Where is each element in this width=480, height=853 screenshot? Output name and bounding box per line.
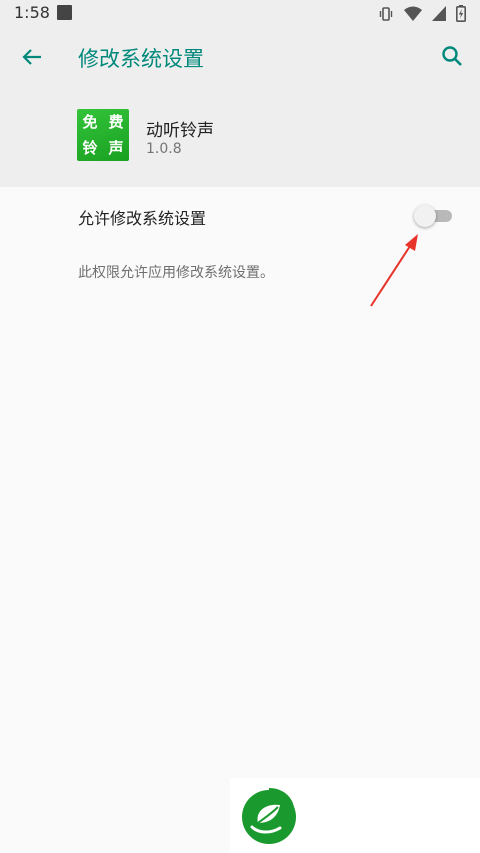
page-title: 修改系统设置 (78, 47, 204, 71)
signal-icon (432, 6, 446, 21)
app-icon-char: 声 (108, 139, 124, 157)
search-button[interactable] (438, 42, 466, 70)
search-icon (442, 46, 462, 66)
status-bar: 1:58 (0, 0, 480, 26)
setting-label: 允许修改系统设置 (78, 209, 207, 228)
allow-modify-settings-toggle[interactable] (414, 204, 454, 228)
back-button[interactable] (18, 43, 46, 71)
app-bar: 修改系统设置 (0, 26, 480, 88)
notification-icon (57, 5, 72, 20)
status-icons (378, 5, 466, 22)
toggle-thumb (414, 205, 436, 227)
vibrate-icon (378, 6, 394, 22)
leaf-logo-icon (242, 788, 296, 844)
app-icon-char: 免 (82, 113, 98, 131)
setting-summary: 此权限允许应用修改系统设置。 (78, 265, 274, 281)
app-version: 1.0.8 (146, 141, 182, 157)
app-header: 免 费 铃 声 动听铃声 1.0.8 (0, 88, 480, 187)
app-icon-char: 费 (108, 113, 124, 131)
wifi-icon (404, 6, 422, 21)
app-icon: 免 费 铃 声 (77, 109, 129, 161)
back-arrow-icon (22, 49, 41, 65)
status-time: 1:58 (14, 3, 50, 22)
watermark-panel (230, 778, 480, 853)
app-icon-char: 铃 (82, 139, 98, 157)
app-name: 动听铃声 (146, 121, 214, 141)
annotation-arrow-icon (370, 234, 418, 307)
battery-icon (456, 5, 466, 22)
